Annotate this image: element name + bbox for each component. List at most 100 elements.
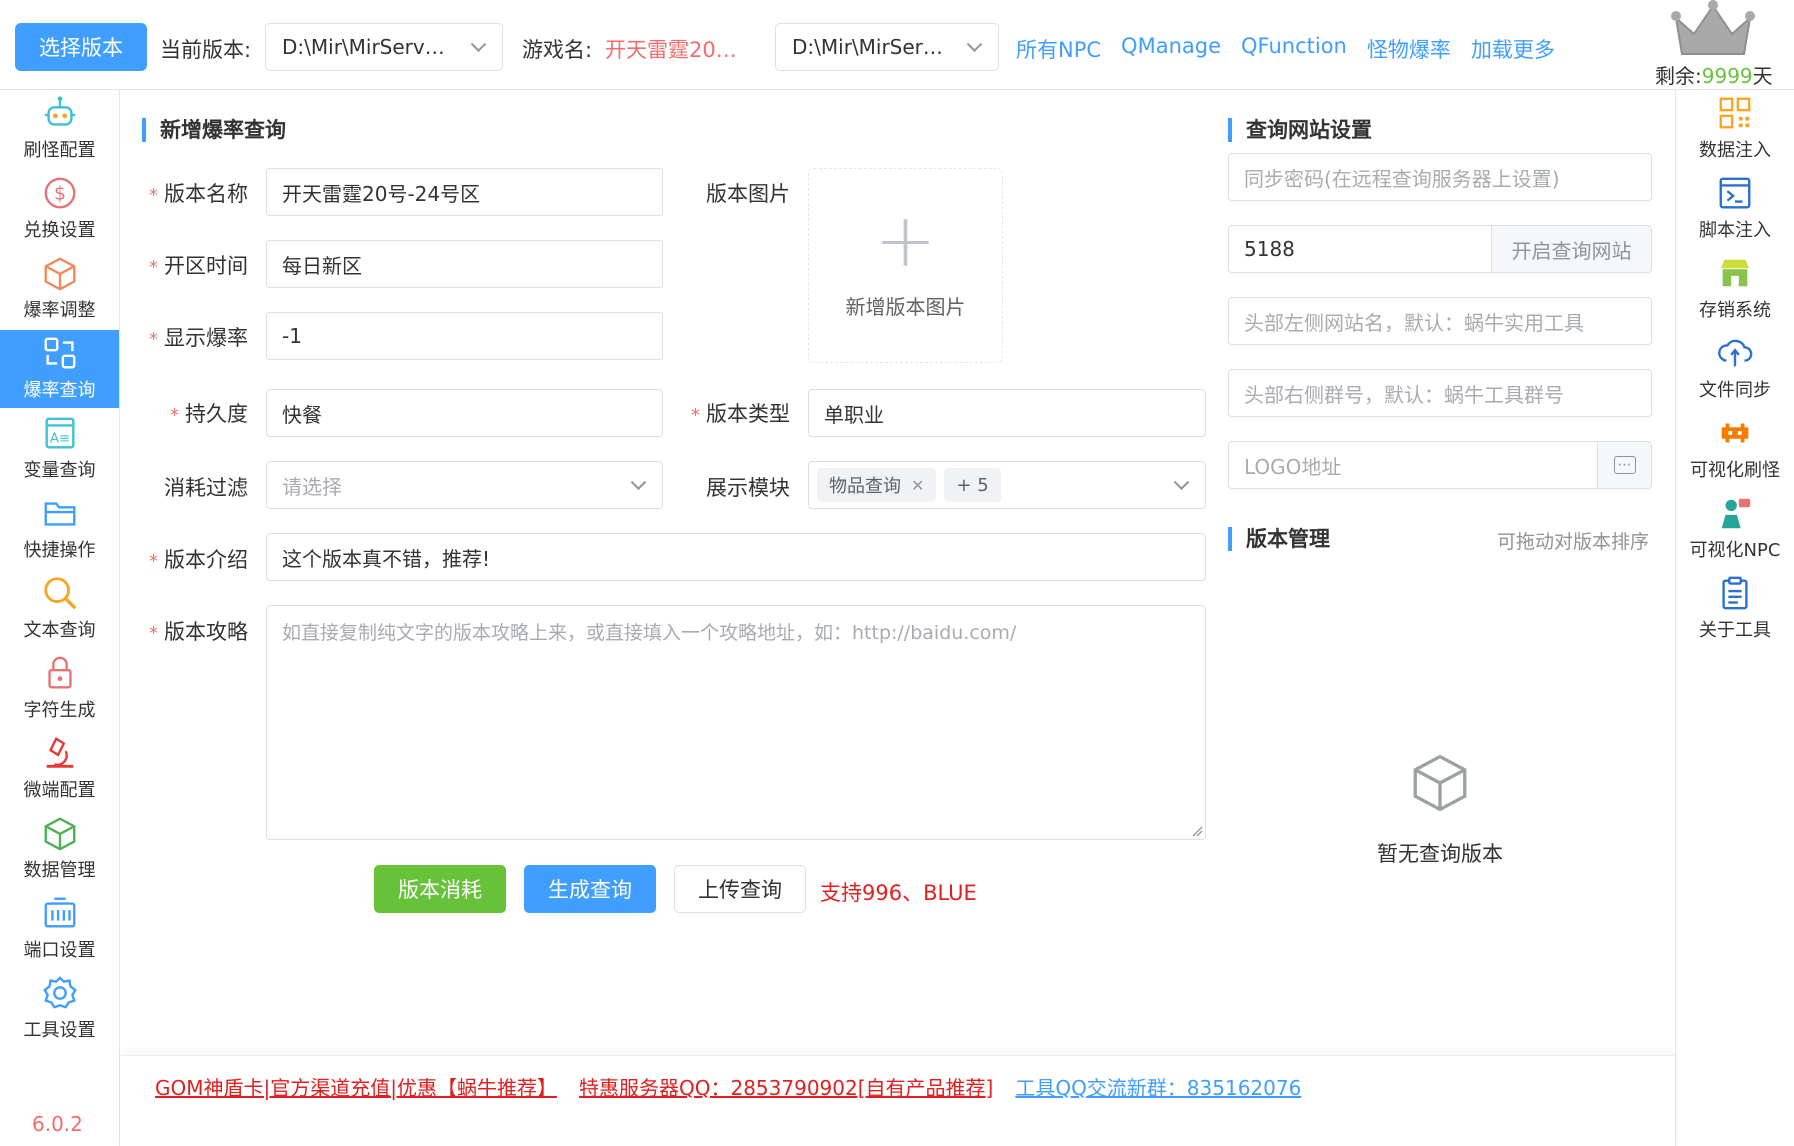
svg-text:$: $	[53, 183, 65, 205]
sidebar-item-micro-config[interactable]: 微端配置	[0, 730, 119, 808]
consume-filter-select[interactable]: 请选择	[266, 461, 663, 509]
display-module-select[interactable]: 物品查询 ✕ + 5	[808, 461, 1206, 509]
right-sidebar: 数据注入 脚本注入 存销系统 文件同步 可视化刷怪 可视化NPC 关于工具	[1675, 90, 1794, 1146]
sidebar-item-data-inject[interactable]: 数据注入	[1676, 90, 1794, 168]
upload-query-button[interactable]: 上传查询	[674, 865, 806, 913]
chevron-down-icon	[966, 36, 983, 53]
sidebar-item-script-inject[interactable]: 脚本注入	[1676, 170, 1794, 248]
sidebar-item-label: 端口设置	[23, 940, 96, 961]
sidebar-item-quick-ops[interactable]: 快捷操作	[0, 490, 119, 568]
sidebar-item-label: 爆率查询	[23, 380, 96, 401]
more-icon[interactable]: ⋯	[1597, 442, 1651, 488]
link-all-npc[interactable]: 所有NPC	[1016, 34, 1101, 64]
footer-link-gom[interactable]: GOM神盾卡|官方渠道充值|优惠【蜗牛推荐】	[155, 1072, 557, 1101]
logo-url-input[interactable]: LOGO地址 ⋯	[1228, 441, 1652, 489]
top-links: 所有NPC QManage QFunction 怪物爆率 加载更多	[1016, 34, 1555, 64]
top-bar: 选择版本 当前版本: D:\Mir\MirServer... 游戏名: 开天雷霆…	[0, 0, 1794, 90]
sidebar-item-variable-query[interactable]: A≡ 变量查询	[0, 410, 119, 488]
sort-hint: 可拖动对版本排序	[1497, 531, 1650, 553]
module-tag-label: 物品查询	[829, 476, 901, 497]
durability-input[interactable]: 快餐	[266, 389, 663, 437]
sidebar-item-about[interactable]: 关于工具	[1676, 570, 1794, 648]
version-image-label: 版本图片	[706, 182, 790, 206]
sidebar-item-rate-query[interactable]: 爆率查询	[0, 330, 119, 408]
guide-textarea[interactable]: 如直接复制纯文字的版本攻略上来，或直接填入一个攻略地址，如：http://bai…	[266, 605, 1206, 840]
folder-icon	[44, 502, 75, 526]
guide-placeholder: 如直接复制纯文字的版本攻略上来，或直接填入一个攻略地址，如：http://bai…	[282, 622, 1017, 644]
open-site-button[interactable]: 开启查询网站	[1491, 226, 1651, 272]
sidebar-item-monster-config[interactable]: 刷怪配置	[0, 90, 119, 168]
remain-label: 剩余:	[1655, 64, 1702, 88]
terminal-icon	[1719, 177, 1751, 209]
current-version-label: 当前版本:	[160, 38, 252, 62]
sidebar-item-text-query[interactable]: 文本查询	[0, 570, 119, 648]
version-consume-button[interactable]: 版本消耗	[374, 865, 506, 913]
footer-link-qq-group[interactable]: 工具QQ交流新群：835162076	[1015, 1072, 1301, 1101]
cloud-sync-icon	[1718, 339, 1753, 367]
link-qmanage[interactable]: QManage	[1121, 34, 1221, 64]
open-time-input[interactable]: 每日新区	[266, 240, 663, 288]
qrcode-icon	[1719, 97, 1751, 129]
link-monster-rate[interactable]: 怪物爆率	[1367, 34, 1451, 64]
sidebar-item-visual-monster[interactable]: 可视化刷怪	[1676, 410, 1794, 488]
svg-text:A≡: A≡	[49, 432, 69, 447]
sidebar-item-rate-adjust[interactable]: 爆率调整	[0, 250, 119, 328]
app-version: 6.0.2	[32, 1112, 83, 1136]
sidebar-item-label: 脚本注入	[1699, 220, 1771, 241]
second-path-value: D:\Mir\MirServ...	[792, 35, 950, 59]
cube-icon	[44, 257, 75, 291]
footer-link-server[interactable]: 特惠服务器QQ：2853790902[自有产品推荐]	[579, 1072, 993, 1101]
form-section-title: 新增爆率查询	[142, 118, 286, 142]
sidebar-item-data-manage[interactable]: 数据管理	[0, 810, 119, 888]
select-version-button[interactable]: 选择版本	[15, 23, 147, 71]
robot-icon	[44, 96, 75, 126]
intro-input[interactable]: 这个版本真不错，推荐!	[266, 533, 1206, 581]
version-name-input[interactable]: 开天雷霆20号-24号区	[266, 168, 663, 216]
sidebar-item-tool-settings[interactable]: 工具设置	[0, 970, 119, 1048]
version-image-upload[interactable]: + 新增版本图片	[808, 168, 1003, 363]
left-sidebar: 刷怪配置 $ 兑换设置 爆率调整 爆率查询 A≡ 变量查询 快捷操作 文本查询 …	[0, 90, 120, 1146]
sidebar-item-label: 兑换设置	[23, 220, 96, 241]
sidebar-item-label: 存销系统	[1699, 300, 1771, 321]
left-site-name-input[interactable]: 头部左侧网站名，默认：蜗牛实用工具	[1228, 297, 1652, 345]
sidebar-item-store-system[interactable]: 存销系统	[1676, 250, 1794, 328]
sidebar-item-visual-npc[interactable]: 可视化NPC	[1676, 490, 1794, 568]
sync-password-input[interactable]: 同步密码(在远程查询服务器上设置)	[1228, 153, 1652, 201]
footer: GOM神盾卡|官方渠道充值|优惠【蜗牛推荐】 特惠服务器QQ：285379090…	[120, 1055, 1675, 1146]
clipboard-icon	[1722, 576, 1748, 610]
sidebar-item-exchange[interactable]: $ 兑换设置	[0, 170, 119, 248]
second-path-select[interactable]: D:\Mir\MirServ...	[775, 23, 999, 71]
plus-icon: +	[874, 198, 937, 284]
show-rate-label: * 显示爆率	[149, 326, 248, 350]
remaining-days: 剩余:9999天	[1655, 60, 1773, 89]
lock-icon	[47, 656, 72, 689]
npc-icon	[1721, 498, 1751, 529]
sidebar-item-char-gen[interactable]: 字符生成	[0, 650, 119, 728]
generate-query-button[interactable]: 生成查询	[524, 865, 656, 913]
durability-label: * 持久度	[170, 402, 248, 426]
version-type-input[interactable]: 单职业	[808, 389, 1206, 437]
link-load-more[interactable]: 加载更多	[1471, 34, 1555, 64]
show-rate-input[interactable]: -1	[266, 312, 663, 360]
right-group-input[interactable]: 头部右侧群号，默认：蜗牛工具群号	[1228, 369, 1652, 417]
port-input[interactable]: 5188 开启查询网站	[1228, 225, 1652, 273]
box-icon	[44, 817, 75, 851]
invader-icon	[1721, 423, 1749, 443]
current-version-select[interactable]: D:\Mir\MirServer...	[265, 23, 503, 71]
microscope-icon	[46, 737, 73, 768]
game-name-label: 游戏名:	[522, 38, 593, 62]
site-settings-title: 查询网站设置	[1228, 118, 1372, 142]
gear-icon	[42, 976, 77, 1009]
link-qfunction[interactable]: QFunction	[1241, 34, 1347, 64]
sidebar-item-port-settings[interactable]: 端口设置	[0, 890, 119, 968]
current-version-value: D:\Mir\MirServer...	[282, 35, 454, 59]
empty-state: 暂无查询版本	[1340, 750, 1540, 868]
query-icon	[44, 337, 75, 369]
resize-handle-icon[interactable]	[1191, 825, 1203, 837]
remain-value: 9999	[1701, 64, 1753, 88]
version-name-label: * 版本名称	[149, 182, 248, 206]
sidebar-item-file-sync[interactable]: 文件同步	[1676, 330, 1794, 408]
close-icon[interactable]: ✕	[911, 476, 924, 495]
module-more-tag: + 5	[944, 468, 1001, 502]
version-manage-title: 版本管理	[1228, 527, 1330, 551]
